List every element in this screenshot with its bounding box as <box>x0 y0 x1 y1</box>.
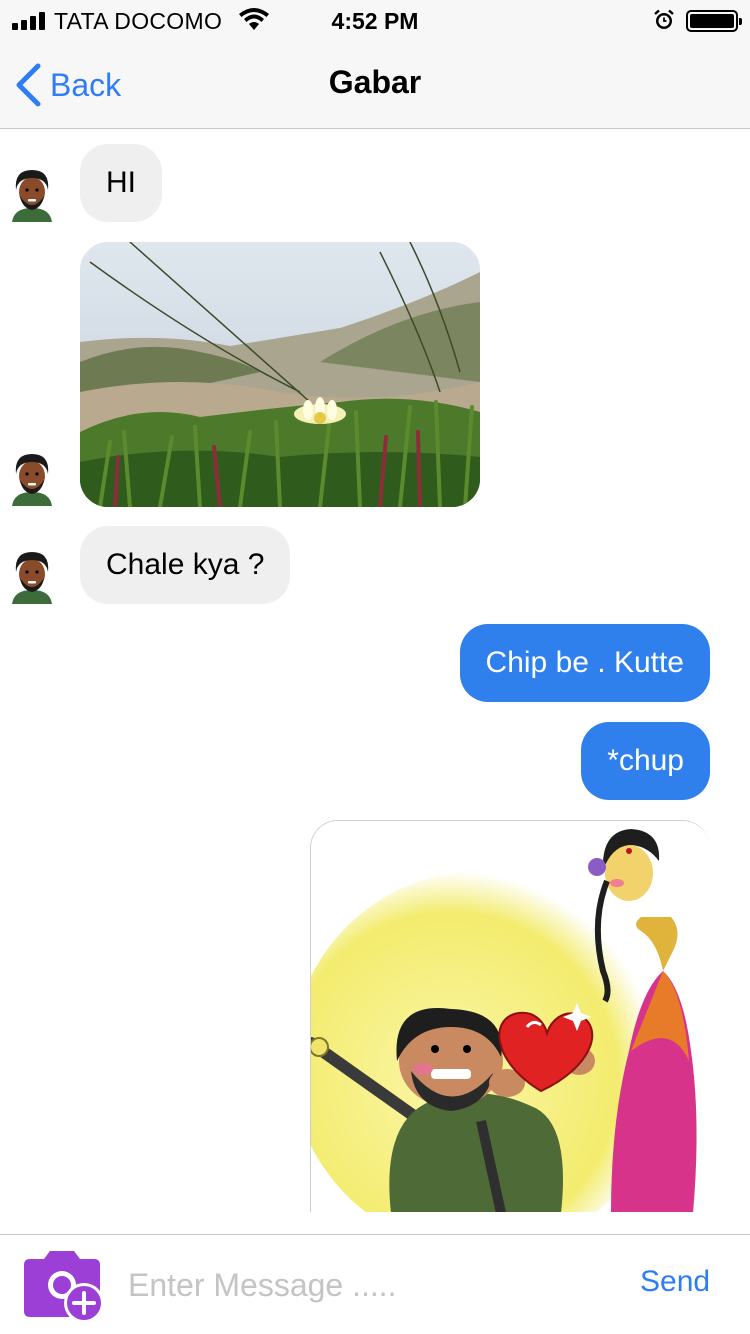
message-text: Chip be . Kutte <box>485 646 684 679</box>
outgoing-message-bubble[interactable]: *chup <box>581 722 710 800</box>
incoming-message-bubble[interactable]: HI <box>80 144 162 222</box>
avatar[interactable] <box>8 548 56 604</box>
incoming-image-message[interactable] <box>80 242 480 507</box>
camera-add-icon[interactable] <box>18 1245 110 1327</box>
cartoon-heart-illustration <box>311 821 710 1212</box>
status-time: 4:52 PM <box>331 8 419 34</box>
outgoing-image-message[interactable] <box>310 820 710 1212</box>
message-list[interactable]: HI Chale kya ? Chip be . Kutte *chup <box>0 130 750 1234</box>
send-button[interactable]: Send <box>640 1265 710 1299</box>
message-text: *chup <box>607 744 684 777</box>
alarm-icon <box>654 9 674 29</box>
message-text: HI <box>106 166 136 199</box>
dune-flower-photo <box>80 242 480 507</box>
message-composer: Send <box>0 1234 750 1334</box>
outgoing-message-bubble[interactable]: Chip be . Kutte <box>459 624 710 702</box>
conversation-title: Gabar <box>328 64 422 100</box>
message-text: Chale kya ? <box>106 548 265 581</box>
navigation-bar: Back Gabar <box>0 40 750 129</box>
status-bar: TATA DOCOMO 4:52 PM <box>0 0 750 40</box>
battery-icon <box>686 10 742 32</box>
incoming-message-bubble[interactable]: Chale kya ? <box>80 526 291 604</box>
message-input[interactable] <box>128 1259 598 1311</box>
avatar[interactable] <box>8 166 56 222</box>
avatar[interactable] <box>8 450 56 506</box>
